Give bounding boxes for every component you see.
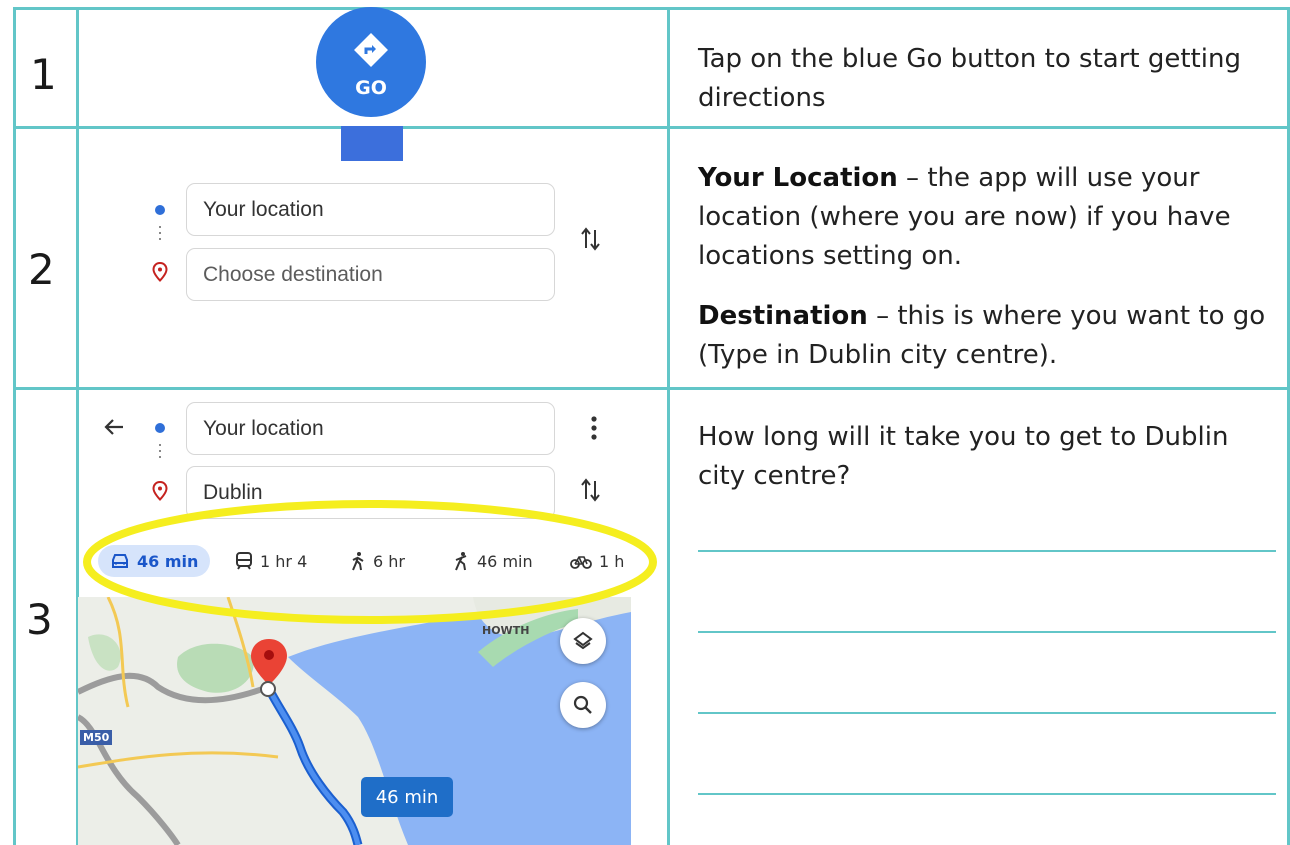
step-number: 2	[28, 245, 55, 294]
step1-description: Tap on the blue Go button to start getti…	[698, 44, 1241, 113]
route-dots-icon	[159, 226, 161, 244]
answer-line[interactable]	[698, 631, 1276, 633]
blue-marker	[341, 126, 403, 161]
route-time-badge: 46 min	[361, 777, 453, 817]
table-column-divider	[667, 7, 670, 845]
table-top-border	[13, 7, 1290, 10]
table-row-divider	[13, 126, 1290, 129]
map-search-button[interactable]	[560, 682, 606, 728]
go-button[interactable]: GO	[316, 7, 426, 117]
destination-term: Destination	[698, 301, 868, 331]
step2-description-location: Your Location – the app will use your lo…	[698, 159, 1278, 276]
origin-dot-icon	[155, 205, 165, 215]
step-number: 1	[30, 50, 57, 99]
table-row-divider	[13, 387, 1290, 390]
swap-icon[interactable]	[580, 226, 602, 252]
origin-field[interactable]: Your location	[186, 183, 555, 236]
answer-line[interactable]	[698, 712, 1276, 714]
destination-field[interactable]: Choose destination	[186, 248, 555, 301]
search-icon	[573, 695, 592, 714]
answer-line[interactable]	[698, 793, 1276, 795]
step3-question: How long will it take you to get to Dubl…	[698, 422, 1229, 491]
highlight-ellipse	[83, 500, 657, 624]
back-arrow-icon[interactable]	[103, 417, 125, 437]
destination-pin-icon	[152, 262, 168, 282]
more-options-icon[interactable]	[590, 415, 598, 441]
map-graphic	[78, 597, 631, 845]
layers-icon	[573, 631, 593, 650]
origin-field[interactable]: Your location	[186, 402, 555, 455]
map-view[interactable]: HOWTH M50	[78, 597, 631, 845]
location-term: Your Location	[698, 163, 898, 193]
directions-icon	[354, 33, 388, 67]
origin-dot-icon	[155, 423, 165, 433]
step2-description-destination: Destination – this is where you want to …	[698, 297, 1278, 375]
step-number: 3	[26, 595, 53, 644]
table-left-border	[13, 7, 16, 845]
answer-line[interactable]	[698, 550, 1276, 552]
go-label: GO	[355, 77, 387, 99]
map-label-m50: M50	[80, 730, 113, 745]
route-dots-icon	[159, 444, 161, 462]
